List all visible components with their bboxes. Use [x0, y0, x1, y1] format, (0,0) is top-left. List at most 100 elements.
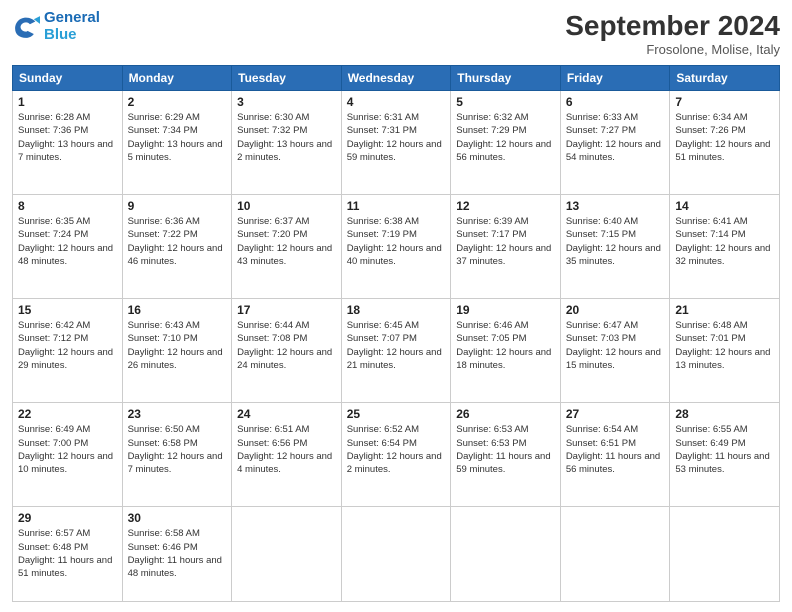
day-info: Sunrise: 6:35 AMSunset: 7:24 PMDaylight:…: [18, 215, 117, 268]
day-number: 13: [566, 199, 665, 213]
col-friday: Friday: [560, 66, 670, 91]
day-info: Sunrise: 6:37 AMSunset: 7:20 PMDaylight:…: [237, 215, 336, 268]
col-wednesday: Wednesday: [341, 66, 451, 91]
table-row: 24Sunrise: 6:51 AMSunset: 6:56 PMDayligh…: [232, 403, 342, 507]
day-number: 11: [347, 199, 446, 213]
table-row: [560, 507, 670, 602]
day-info: Sunrise: 6:58 AMSunset: 6:46 PMDaylight:…: [128, 527, 227, 580]
day-info: Sunrise: 6:40 AMSunset: 7:15 PMDaylight:…: [566, 215, 665, 268]
table-row: 13 Sunrise: 6:40 AMSunset: 7:15 PMDayligh…: [560, 195, 670, 299]
table-row: 19Sunrise: 6:46 AMSunset: 7:05 PMDayligh…: [451, 299, 561, 403]
col-tuesday: Tuesday: [232, 66, 342, 91]
table-row: 7 Sunrise: 6:34 AMSunset: 7:26 PMDaylight…: [670, 91, 780, 195]
day-info: Sunrise: 6:29 AMSunset: 7:34 PMDaylight:…: [128, 111, 227, 164]
day-info: Sunrise: 6:39 AMSunset: 7:17 PMDaylight:…: [456, 215, 555, 268]
col-saturday: Saturday: [670, 66, 780, 91]
table-row: 20 Sunrise: 6:47 AMSunset: 7:03 PMDayligh…: [560, 299, 670, 403]
day-info: Sunrise: 6:31 AMSunset: 7:31 PMDaylight:…: [347, 111, 446, 164]
table-row: 6 Sunrise: 6:33 AMSunset: 7:27 PMDaylight…: [560, 91, 670, 195]
table-row: [341, 507, 451, 602]
table-row: 14 Sunrise: 6:41 AMSunset: 7:14 PMDayligh…: [670, 195, 780, 299]
day-number: 27: [566, 407, 665, 421]
table-row: 30 Sunrise: 6:58 AMSunset: 6:46 PMDayligh…: [122, 507, 232, 602]
day-info: Sunrise: 6:43 AMSunset: 7:10 PMDaylight:…: [128, 319, 227, 372]
day-info: Sunrise: 6:45 AMSunset: 7:07 PMDaylight:…: [347, 319, 446, 372]
day-number: 2: [128, 95, 227, 109]
day-number: 1: [18, 95, 117, 109]
day-info: Sunrise: 6:34 AMSunset: 7:26 PMDaylight:…: [675, 111, 774, 164]
day-info: Sunrise: 6:32 AMSunset: 7:29 PMDaylight:…: [456, 111, 555, 164]
table-row: 26 Sunrise: 6:53 AMSunset: 6:53 PMDayligh…: [451, 403, 561, 507]
calendar-table: Sunday Monday Tuesday Wednesday Thursday…: [12, 65, 780, 602]
table-row: [451, 507, 561, 602]
day-info: Sunrise: 6:49 AMSunset: 7:00 PMDaylight:…: [18, 423, 117, 476]
calendar-header-row: Sunday Monday Tuesday Wednesday Thursday…: [13, 66, 780, 91]
day-info: Sunrise: 6:38 AMSunset: 7:19 PMDaylight:…: [347, 215, 446, 268]
day-number: 25: [347, 407, 446, 421]
table-row: [670, 507, 780, 602]
day-number: 20: [566, 303, 665, 317]
day-number: 21: [675, 303, 774, 317]
logo: General Blue: [12, 10, 100, 43]
day-number: 4: [347, 95, 446, 109]
day-number: 26: [456, 407, 555, 421]
logo-icon: [12, 13, 40, 41]
day-number: 6: [566, 95, 665, 109]
month-title: September 2024: [565, 10, 780, 42]
day-number: 19: [456, 303, 555, 317]
table-row: 21 Sunrise: 6:48 AMSunset: 7:01 PMDayligh…: [670, 299, 780, 403]
day-number: 8: [18, 199, 117, 213]
table-row: 12 Sunrise: 6:39 AMSunset: 7:17 PMDayligh…: [451, 195, 561, 299]
day-info: Sunrise: 6:30 AMSunset: 7:32 PMDaylight:…: [237, 111, 336, 164]
day-info: Sunrise: 6:57 AMSunset: 6:48 PMDaylight:…: [18, 527, 117, 580]
table-row: 1Sunrise: 6:28 AMSunset: 7:36 PMDaylight…: [13, 91, 123, 195]
day-info: Sunrise: 6:51 AMSunset: 6:56 PMDaylight:…: [237, 423, 336, 476]
day-number: 14: [675, 199, 774, 213]
day-info: Sunrise: 6:52 AMSunset: 6:54 PMDaylight:…: [347, 423, 446, 476]
page: General Blue September 2024 Frosolone, M…: [0, 0, 792, 612]
col-monday: Monday: [122, 66, 232, 91]
table-row: 8 Sunrise: 6:35 AMSunset: 7:24 PMDaylight…: [13, 195, 123, 299]
day-number: 22: [18, 407, 117, 421]
table-row: [232, 507, 342, 602]
table-row: 15Sunrise: 6:42 AMSunset: 7:12 PMDayligh…: [13, 299, 123, 403]
table-row: 18 Sunrise: 6:45 AMSunset: 7:07 PMDayligh…: [341, 299, 451, 403]
table-row: 4 Sunrise: 6:31 AMSunset: 7:31 PMDaylight…: [341, 91, 451, 195]
day-number: 17: [237, 303, 336, 317]
day-number: 23: [128, 407, 227, 421]
day-number: 7: [675, 95, 774, 109]
day-number: 12: [456, 199, 555, 213]
day-info: Sunrise: 6:47 AMSunset: 7:03 PMDaylight:…: [566, 319, 665, 372]
table-row: 16 Sunrise: 6:43 AMSunset: 7:10 PMDayligh…: [122, 299, 232, 403]
logo-blue: Blue: [44, 27, 100, 44]
location: Frosolone, Molise, Italy: [565, 42, 780, 57]
day-info: Sunrise: 6:33 AMSunset: 7:27 PMDaylight:…: [566, 111, 665, 164]
title-block: September 2024 Frosolone, Molise, Italy: [565, 10, 780, 57]
header: General Blue September 2024 Frosolone, M…: [12, 10, 780, 57]
day-number: 16: [128, 303, 227, 317]
table-row: 10Sunrise: 6:37 AMSunset: 7:20 PMDayligh…: [232, 195, 342, 299]
day-number: 30: [128, 511, 227, 525]
table-row: 5 Sunrise: 6:32 AMSunset: 7:29 PMDaylight…: [451, 91, 561, 195]
table-row: 2 Sunrise: 6:29 AMSunset: 7:34 PMDaylight…: [122, 91, 232, 195]
table-row: 22 Sunrise: 6:49 AMSunset: 7:00 PMDayligh…: [13, 403, 123, 507]
table-row: 28 Sunrise: 6:55 AMSunset: 6:49 PMDayligh…: [670, 403, 780, 507]
table-row: 9Sunrise: 6:36 AMSunset: 7:22 PMDaylight…: [122, 195, 232, 299]
day-number: 18: [347, 303, 446, 317]
day-number: 28: [675, 407, 774, 421]
day-number: 5: [456, 95, 555, 109]
day-info: Sunrise: 6:44 AMSunset: 7:08 PMDaylight:…: [237, 319, 336, 372]
day-info: Sunrise: 6:41 AMSunset: 7:14 PMDaylight:…: [675, 215, 774, 268]
table-row: 23Sunrise: 6:50 AMSunset: 6:58 PMDayligh…: [122, 403, 232, 507]
day-info: Sunrise: 6:53 AMSunset: 6:53 PMDaylight:…: [456, 423, 555, 476]
logo-general: General: [44, 10, 100, 27]
day-info: Sunrise: 6:54 AMSunset: 6:51 PMDaylight:…: [566, 423, 665, 476]
col-thursday: Thursday: [451, 66, 561, 91]
table-row: 3Sunrise: 6:30 AMSunset: 7:32 PMDaylight…: [232, 91, 342, 195]
day-number: 9: [128, 199, 227, 213]
day-info: Sunrise: 6:55 AMSunset: 6:49 PMDaylight:…: [675, 423, 774, 476]
table-row: 11 Sunrise: 6:38 AMSunset: 7:19 PMDayligh…: [341, 195, 451, 299]
day-info: Sunrise: 6:48 AMSunset: 7:01 PMDaylight:…: [675, 319, 774, 372]
col-sunday: Sunday: [13, 66, 123, 91]
table-row: 17 Sunrise: 6:44 AMSunset: 7:08 PMDayligh…: [232, 299, 342, 403]
